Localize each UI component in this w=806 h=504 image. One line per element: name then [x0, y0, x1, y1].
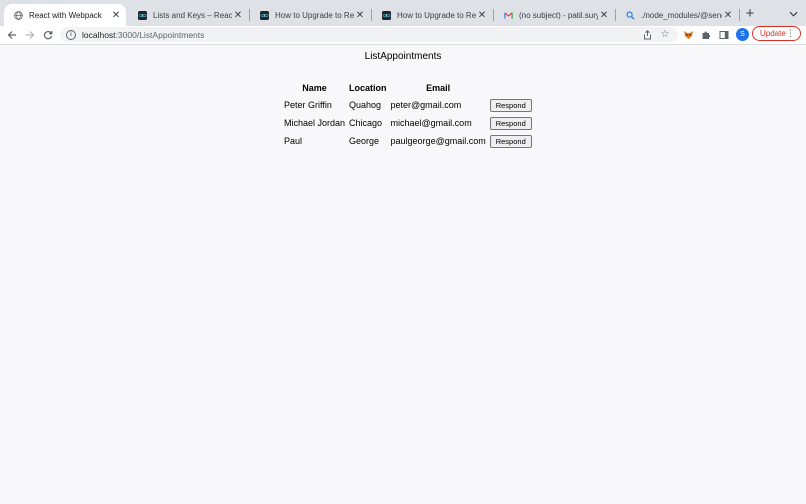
update-button[interactable]: Update ⋮: [752, 26, 801, 41]
cell-name: Paul: [284, 136, 303, 146]
column-header-location: Location: [349, 83, 387, 93]
tab-divider: [615, 9, 616, 21]
globe-icon: [14, 10, 23, 20]
tab-divider: [249, 9, 250, 21]
cell-location: Chicago: [349, 118, 383, 128]
browser-toolbar: i localhost:3000/ListAppointments ☆ S Up…: [0, 26, 806, 45]
tab-title: React with Webpack: [29, 10, 102, 20]
react-icon: [138, 10, 147, 20]
tab-strip: React with Webpack ✕ Lists and Keys – Re…: [0, 0, 806, 26]
close-icon[interactable]: ✕: [232, 10, 244, 21]
tab-search-node-modules[interactable]: ./node_modules/@sendgri ✕: [616, 4, 738, 26]
address-bar[interactable]: i localhost:3000/ListAppointments ☆: [60, 27, 678, 42]
close-icon[interactable]: ✕: [476, 10, 488, 21]
share-icon[interactable]: [640, 27, 654, 42]
search-icon: [626, 11, 635, 20]
close-icon[interactable]: ✕: [354, 10, 366, 21]
tab-lists-and-keys[interactable]: Lists and Keys – React ✕: [128, 4, 248, 26]
kebab-menu-icon[interactable]: ⋮: [786, 28, 795, 39]
tab-title: ./node_modules/@sendgri: [641, 10, 722, 20]
react-icon: [260, 10, 269, 20]
side-panel-icon[interactable]: [717, 28, 731, 42]
close-icon[interactable]: ✕: [722, 10, 734, 21]
table-row: Michael Jordan Chicago michael@gmail.com…: [282, 114, 534, 132]
respond-button[interactable]: Respond: [489, 134, 532, 148]
cell-name: Michael Jordan: [284, 118, 346, 128]
respond-button[interactable]: Respond: [489, 116, 532, 130]
tab-upgrade-react-2[interactable]: How to Upgrade to React 1 ✕: [372, 4, 492, 26]
cell-action: Respond: [488, 114, 534, 132]
column-header-action: [488, 80, 534, 96]
reload-icon[interactable]: [40, 27, 56, 43]
table-row: Paul George paulgeorge@gmail.com Respond: [282, 132, 534, 150]
tab-title: How to Upgrade to React 1: [275, 10, 354, 20]
close-icon[interactable]: ✕: [110, 10, 122, 21]
info-icon[interactable]: i: [66, 29, 76, 40]
cell-name: Peter Griffin: [284, 100, 332, 110]
tab-title: How to Upgrade to React 1: [397, 10, 476, 20]
update-label: Update: [760, 29, 786, 38]
table-row: Peter Griffin Quahog peter@gmail.com Res…: [282, 96, 534, 114]
cell-email: paulgeorge@gmail.com: [390, 136, 486, 146]
appointments-table: Name Location Email Peter Griffin Quahog…: [282, 80, 534, 150]
cell-email: michael@gmail.com: [390, 118, 472, 128]
cell-email: peter@gmail.com: [390, 100, 462, 110]
puzzle-extensions-icon[interactable]: [699, 28, 713, 42]
url-host: localhost: [82, 29, 116, 40]
tab-react-with-webpack[interactable]: React with Webpack ✕: [4, 4, 126, 26]
new-tab-plus-icon[interactable]: +: [743, 6, 757, 22]
tab-upgrade-react-1[interactable]: How to Upgrade to React 1 ✕: [250, 4, 370, 26]
close-icon[interactable]: ✕: [598, 10, 610, 21]
react-icon: [382, 10, 391, 20]
column-header-email: Email: [426, 83, 451, 93]
table-header-row: Name Location Email: [282, 80, 534, 96]
tab-gmail[interactable]: (no subject) - patil.suryab ✕: [494, 4, 614, 26]
back-arrow-icon[interactable]: [4, 27, 20, 43]
tab-divider: [371, 9, 372, 21]
respond-button[interactable]: Respond: [489, 98, 532, 112]
tab-divider: [739, 9, 740, 21]
column-header-name: Name: [302, 83, 327, 93]
cell-action: Respond: [488, 132, 534, 150]
tab-title: (no subject) - patil.suryab: [519, 10, 598, 20]
cell-location: George: [349, 136, 380, 146]
url-text: localhost:3000/ListAppointments: [82, 30, 204, 40]
chevron-down-icon[interactable]: [786, 7, 800, 21]
bookmark-star-icon[interactable]: ☆: [658, 27, 672, 42]
fox-extension-icon[interactable]: [681, 28, 695, 42]
profile-avatar[interactable]: S: [736, 28, 749, 41]
forward-arrow-icon[interactable]: [22, 27, 38, 43]
url-path: :3000/ListAppointments: [115, 29, 205, 40]
tab-divider: [493, 9, 494, 21]
cell-location: Quahog: [349, 100, 382, 110]
page-title: ListAppointments: [364, 51, 442, 62]
gmail-icon: [504, 11, 513, 20]
cell-action: Respond: [488, 96, 534, 114]
tab-title: Lists and Keys – React: [153, 10, 232, 20]
